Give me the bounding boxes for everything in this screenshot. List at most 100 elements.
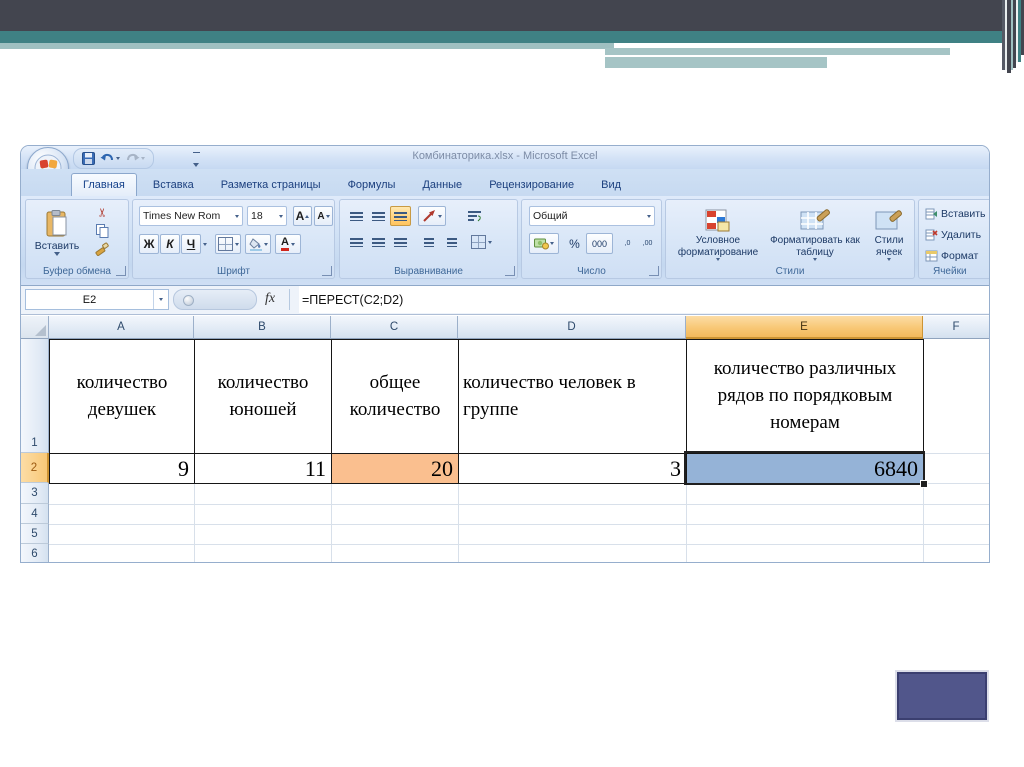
align-bottom-button[interactable] — [390, 206, 411, 226]
cell-b1[interactable]: количество юношей — [194, 339, 332, 454]
tab-formulas[interactable]: Формулы — [337, 174, 407, 196]
column-header-a[interactable]: A — [49, 316, 194, 339]
column-header-b[interactable]: B — [194, 316, 331, 339]
undo-button[interactable] — [100, 153, 120, 165]
align-left-button[interactable] — [346, 232, 367, 252]
redo-dropdown-icon — [141, 157, 145, 160]
tab-review[interactable]: Рецензирование — [478, 174, 585, 196]
group-font-label: Шрифт — [217, 266, 250, 277]
fill-handle[interactable] — [920, 480, 928, 488]
orientation-icon — [422, 210, 435, 222]
column-header-c[interactable]: C — [331, 316, 458, 339]
align-middle-button[interactable] — [368, 206, 389, 226]
tab-data[interactable]: Данные — [411, 174, 473, 196]
increase-decimal-button[interactable]: ,0 — [618, 233, 637, 254]
decor-top-dark-bar — [0, 0, 1024, 31]
row-header-4[interactable]: 4 — [21, 504, 49, 524]
cut-button[interactable]: ✂ — [94, 203, 111, 223]
clipboard-dialog-launcher-icon[interactable] — [116, 266, 126, 276]
cell-c1[interactable]: общее количество — [331, 339, 459, 454]
tab-insert[interactable]: Вставка — [142, 174, 205, 196]
tab-page-layout[interactable]: Разметка страницы — [210, 174, 332, 196]
row-header-6[interactable]: 6 — [21, 544, 49, 562]
accounting-format-button[interactable] — [529, 233, 559, 254]
percent-button[interactable]: % — [564, 233, 585, 254]
group-clipboard: Вставить ✂ Буфер обмена — [25, 199, 129, 279]
redo-icon — [127, 153, 140, 160]
increase-indent-button[interactable] — [441, 232, 463, 252]
align-top-button[interactable] — [346, 206, 367, 226]
font-dialog-launcher-icon[interactable] — [322, 266, 332, 276]
grow-font-button[interactable]: A — [293, 206, 312, 226]
number-dialog-launcher-icon[interactable] — [649, 266, 659, 276]
column-header-e[interactable]: E — [686, 316, 923, 339]
italic-button[interactable]: К — [160, 234, 180, 254]
cell-c2[interactable]: 20 — [331, 453, 459, 484]
decrease-decimal-button[interactable]: ,00 — [638, 233, 657, 254]
quick-access-toolbar — [73, 148, 154, 169]
formula-bar-pill — [173, 289, 257, 310]
decrease-indent-button[interactable] — [418, 232, 440, 252]
cell-e1[interactable]: количество различных рядов по порядковым… — [686, 339, 924, 454]
column-header-d[interactable]: D — [458, 316, 686, 339]
wrap-text-button[interactable] — [463, 206, 487, 226]
delete-cells-button[interactable]: Удалить — [924, 226, 982, 243]
number-format-combo[interactable]: Общий — [529, 206, 655, 226]
grow-font-letter: A — [295, 209, 305, 223]
undo-dropdown-icon[interactable] — [116, 157, 120, 160]
cell-a1[interactable]: количество девушек — [49, 339, 195, 454]
cell-a2[interactable]: 9 — [49, 453, 195, 484]
column-header-f[interactable]: F — [923, 316, 989, 339]
redo-button[interactable] — [125, 153, 145, 165]
row-header-2[interactable]: 2 — [21, 453, 49, 483]
row-header-3[interactable]: 3 — [21, 483, 49, 504]
align-center-button[interactable] — [368, 232, 389, 252]
merge-center-button[interactable] — [468, 232, 494, 252]
save-button[interactable] — [82, 152, 95, 165]
alignment-dialog-launcher-icon[interactable] — [505, 266, 515, 276]
decor-sage-stripe-right-2 — [605, 57, 827, 68]
paste-dropdown-icon[interactable] — [54, 252, 60, 256]
name-box[interactable]: E2 — [25, 289, 169, 310]
format-painter-button[interactable] — [92, 240, 112, 257]
format-cells-button[interactable]: Формат — [924, 247, 979, 264]
bold-button[interactable]: Ж — [139, 234, 159, 254]
tab-home[interactable]: Главная — [71, 173, 137, 196]
row-header-5[interactable]: 5 — [21, 524, 49, 544]
underline-button[interactable]: Ч — [181, 234, 201, 254]
comma-style-button[interactable]: 000 — [586, 233, 613, 254]
font-name-combo[interactable]: Times New Rom — [139, 206, 243, 226]
copy-button[interactable] — [92, 222, 112, 239]
font-color-button[interactable]: A — [275, 234, 301, 254]
row-header-1[interactable]: 1 — [21, 339, 49, 453]
cell-b2[interactable]: 11 — [194, 453, 332, 484]
cell-d1[interactable]: количество человек в группе — [458, 339, 687, 454]
fill-color-button[interactable] — [245, 234, 271, 254]
orientation-button[interactable] — [418, 206, 446, 226]
select-all-corner[interactable] — [21, 316, 49, 339]
merge-dropdown-icon — [487, 240, 492, 244]
align-right-button[interactable] — [390, 232, 411, 252]
tab-view[interactable]: Вид — [590, 174, 632, 196]
underline-dropdown-icon[interactable] — [203, 243, 207, 246]
paste-button[interactable]: Вставить — [34, 204, 80, 262]
name-box-dropdown[interactable] — [153, 290, 168, 309]
shrink-font-button[interactable]: A — [314, 206, 333, 226]
clipboard-icon — [46, 210, 67, 237]
window-title: Комбинаторика.xlsx - Microsoft Excel — [412, 150, 598, 162]
number-format-dropdown-icon — [647, 214, 651, 218]
format-as-table-button[interactable]: Форматировать как таблицу — [769, 203, 861, 267]
increase-decimal-icon: ,0 — [624, 240, 631, 247]
insert-cells-button[interactable]: Вставить — [924, 205, 987, 222]
insert-function-button[interactable]: fx — [265, 291, 275, 307]
font-size-combo[interactable]: 18 — [247, 206, 287, 226]
format-cells-icon — [925, 250, 938, 261]
cell-d2[interactable]: 3 — [458, 453, 687, 484]
borders-button[interactable] — [215, 234, 241, 254]
cell-styles-button[interactable]: Стили ячеек — [864, 203, 914, 267]
delete-cells-label: Удалить — [941, 228, 982, 241]
format-painter-icon — [95, 242, 109, 256]
cell-styles-dropdown-icon — [887, 258, 891, 261]
conditional-formatting-button[interactable]: Условное форматирование — [670, 203, 766, 267]
formula-input[interactable]: =ПЕРЕСТ(C2;D2) — [299, 286, 989, 313]
